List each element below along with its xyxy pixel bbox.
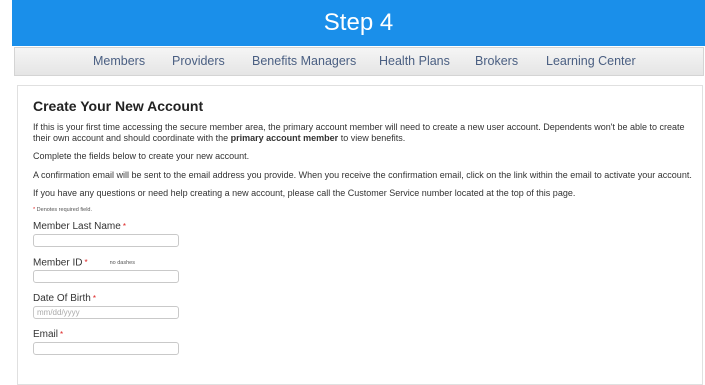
email-input[interactable]	[33, 342, 179, 356]
nav-item-health-plans[interactable]: Health Plans	[379, 48, 450, 75]
dob-input[interactable]	[33, 306, 179, 320]
field-member-id: Member ID * no dashes	[33, 257, 701, 284]
confirmation-paragraph: A confirmation email will be sent to the…	[33, 169, 692, 180]
intro-text-end: to view benefits.	[338, 132, 406, 143]
intro-text-bold: primary account member	[230, 132, 339, 143]
step-banner: Step 4	[12, 0, 705, 46]
dob-label: Date Of Birth *	[33, 293, 701, 305]
required-star: *	[92, 294, 96, 304]
last-name-label: Member Last Name *	[33, 221, 701, 233]
required-note: * Denotes required field.	[33, 207, 701, 213]
required-star: *	[60, 330, 64, 340]
required-star: *	[84, 258, 88, 268]
field-date-of-birth: Date Of Birth *	[33, 293, 701, 320]
nav-item-learning-center[interactable]: Learning Center	[546, 48, 636, 75]
nav-item-benefits-managers[interactable]: Benefits Managers	[252, 48, 356, 75]
required-star: *	[122, 221, 126, 231]
email-label-text: Email	[33, 329, 59, 341]
main-nav: Members Providers Benefits Managers Heal…	[14, 47, 704, 76]
dob-label-text: Date Of Birth	[33, 293, 91, 305]
email-label: Email *	[33, 329, 701, 341]
required-note-text: Denotes required field.	[36, 206, 93, 213]
account-form: Create Your New Account If this is your …	[33, 98, 701, 356]
member-id-input[interactable]	[33, 270, 179, 284]
field-last-name: Member Last Name *	[33, 221, 701, 247]
last-name-label-text: Member Last Name	[33, 220, 121, 232]
field-email: Email *	[33, 329, 701, 356]
required-star: *	[33, 206, 36, 213]
page-title: Create Your New Account	[33, 98, 204, 114]
instructions-paragraph: Complete the fields below to create your…	[33, 151, 250, 161]
help-paragraph: If you have any questions or need help c…	[33, 188, 576, 198]
member-id-label: Member ID * no dashes	[33, 257, 701, 270]
intro-paragraph: If this is your first time accessing the…	[33, 122, 701, 143]
step-title: Step 4	[323, 9, 394, 36]
nav-item-providers[interactable]: Providers	[172, 48, 225, 75]
nav-item-brokers[interactable]: Brokers	[475, 48, 518, 75]
nav-item-members[interactable]: Members	[93, 48, 145, 75]
member-id-label-text: Member ID	[33, 257, 83, 269]
member-id-hint: no dashes	[109, 259, 135, 266]
last-name-input[interactable]	[33, 233, 179, 247]
